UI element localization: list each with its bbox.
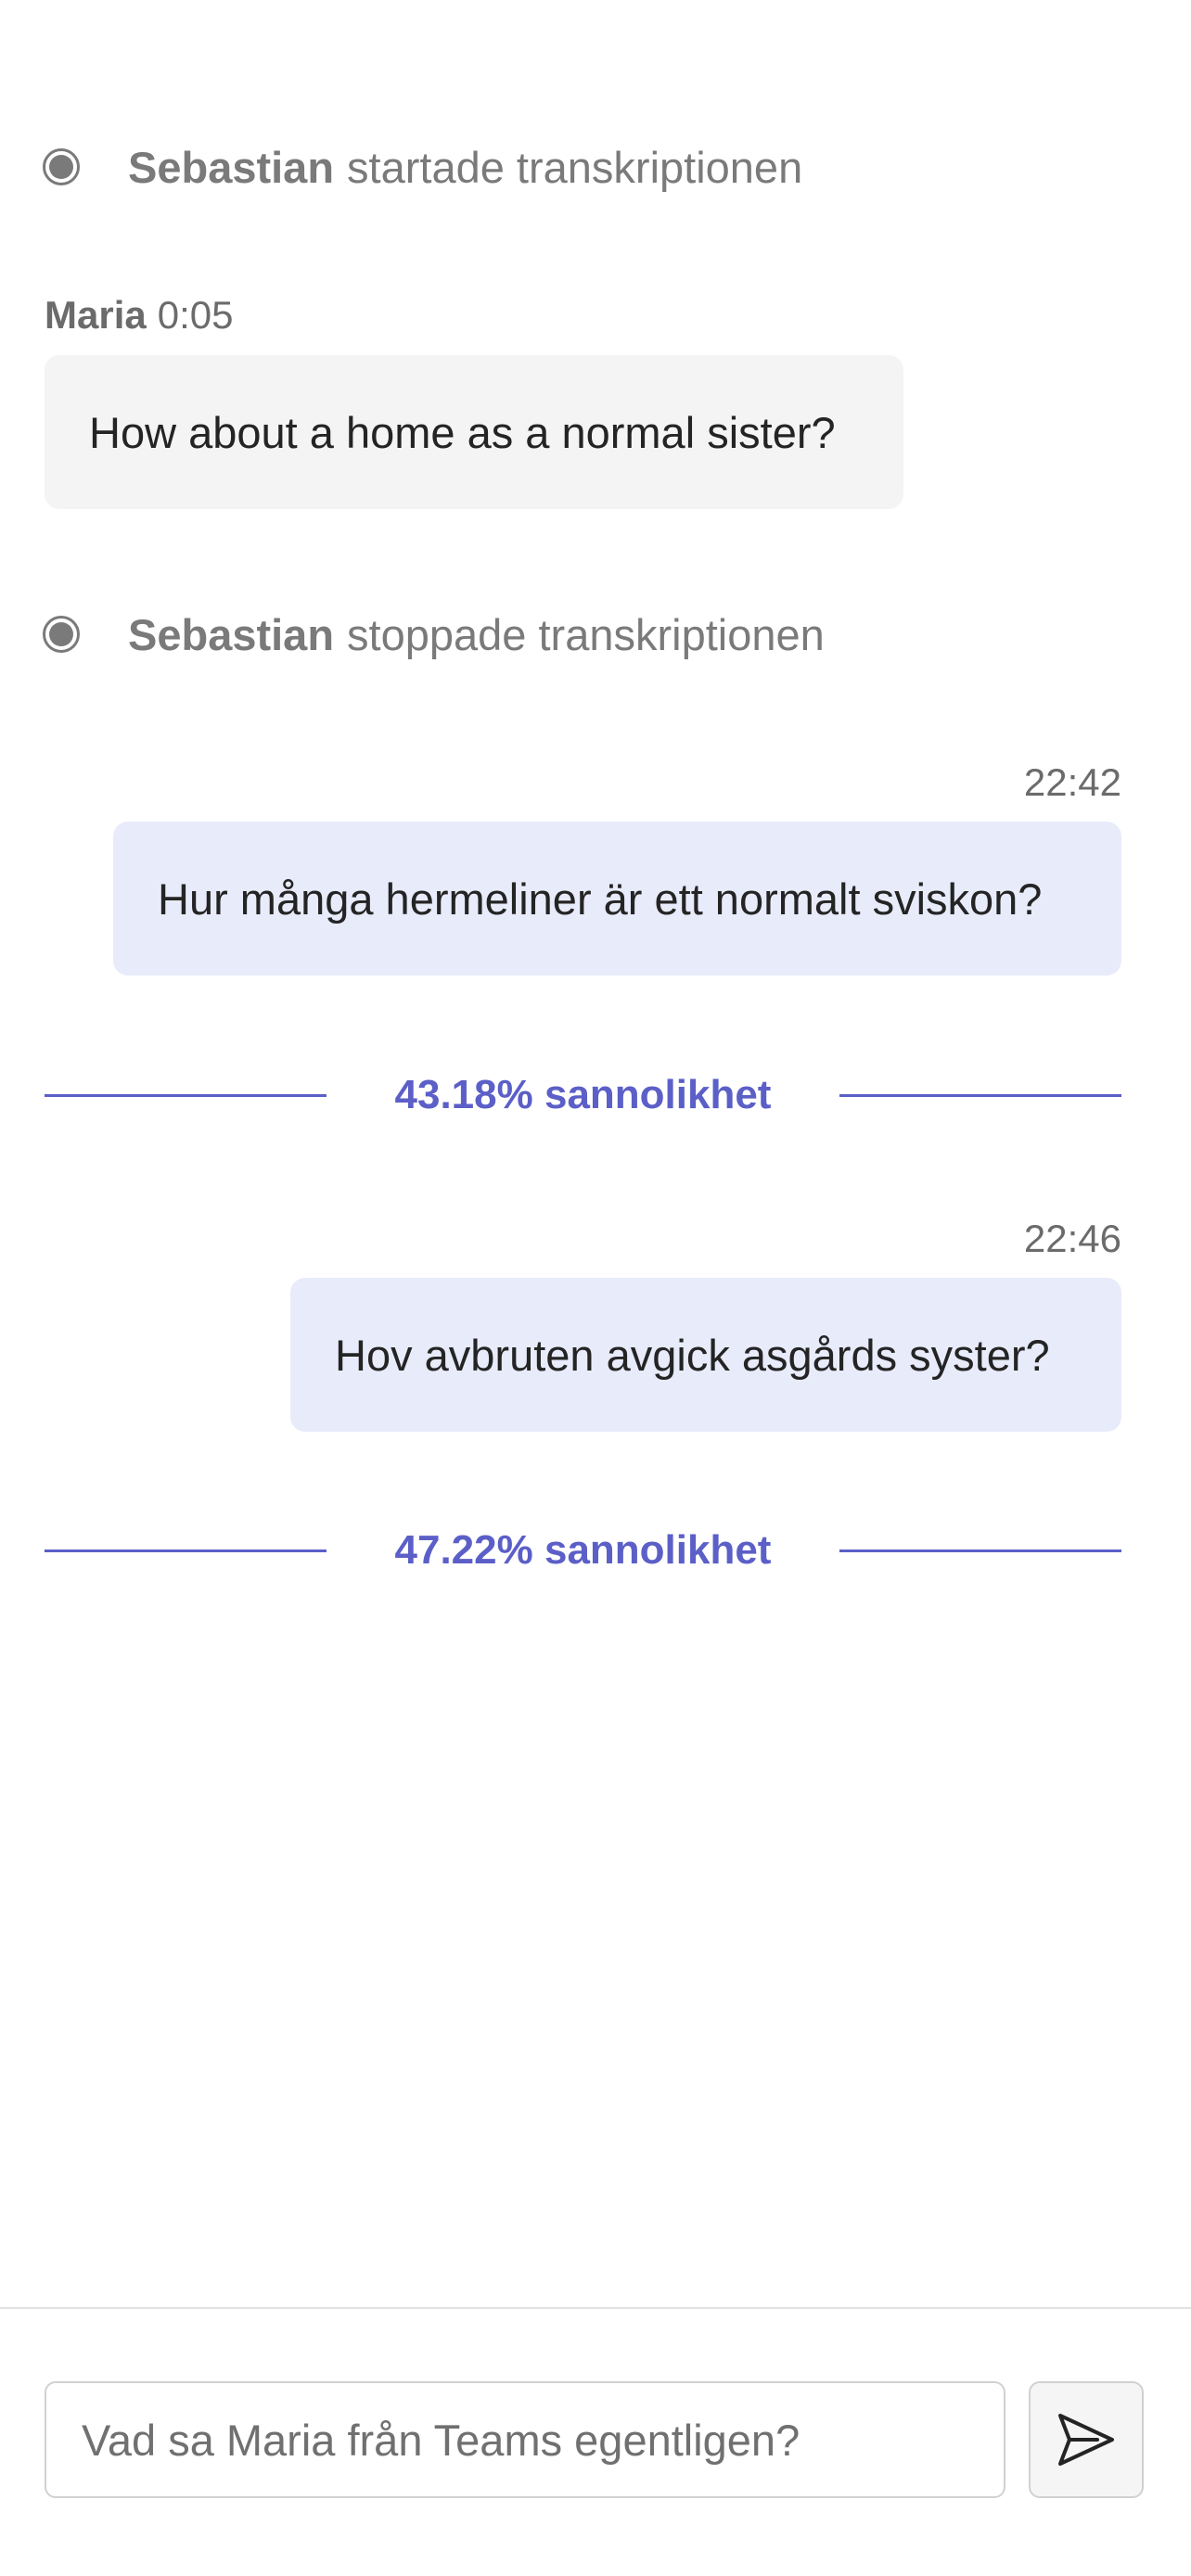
event-action: startade transkriptionen — [347, 142, 803, 192]
composer-separator — [0, 2307, 1191, 2309]
send-icon — [1058, 2414, 1114, 2466]
probability-label: 43.18% sannolikhet — [394, 1072, 772, 1117]
message-header: Maria 0:05 — [45, 293, 233, 338]
recording-icon — [43, 616, 80, 653]
chat-page: Sebastian startade transkriptionen Maria 0… — [0, 0, 1191, 2576]
recording-icon — [43, 148, 80, 185]
divider-line — [839, 1549, 1121, 1552]
message-time: 0:05 — [157, 293, 234, 337]
event-action: stoppade transkriptionen — [347, 609, 825, 659]
probability-divider: 47.22% sannolikhet — [45, 1523, 1121, 1578]
probability-divider: 43.18% sannolikhet — [45, 1067, 1121, 1123]
event-user-name: Sebastian — [128, 142, 335, 192]
outgoing-message-bubble[interactable]: Hur många hermeliner är ett normalt svis… — [113, 822, 1121, 976]
transcription-started-event: Sebastian startade transkriptionen — [43, 139, 802, 195]
transcription-stopped-event: Sebastian stoppade transkriptionen — [43, 606, 825, 662]
message-timestamp: 22:46 — [1023, 1217, 1121, 1260]
divider-line — [45, 1549, 327, 1552]
message-input[interactable] — [45, 2381, 1005, 2498]
message-sender: Maria — [45, 293, 147, 337]
message-timestamp: 22:42 — [1023, 760, 1121, 804]
probability-label: 47.22% sannolikhet — [394, 1527, 772, 1573]
send-button[interactable] — [1029, 2381, 1144, 2498]
event-user-name: Sebastian — [128, 609, 335, 659]
outgoing-message-bubble[interactable]: Hov avbruten avgick asgårds syster? — [290, 1278, 1121, 1432]
message-text: Hur många hermeliner är ett normalt svis… — [158, 874, 1043, 924]
divider-line — [45, 1093, 327, 1097]
message-text: Hov avbruten avgick asgårds syster? — [335, 1330, 1050, 1380]
incoming-message-bubble[interactable]: How about a home as a normal sister? — [45, 355, 903, 509]
divider-line — [839, 1093, 1121, 1097]
message-text: How about a home as a normal sister? — [89, 407, 836, 457]
